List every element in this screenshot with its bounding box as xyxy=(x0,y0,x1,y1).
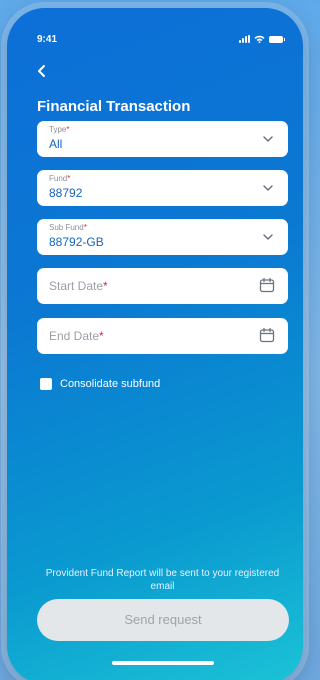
consolidate-checkbox[interactable] xyxy=(40,378,52,390)
home-indicator[interactable] xyxy=(112,661,214,665)
send-request-button[interactable]: Send request xyxy=(37,599,289,641)
status-time: 9:41 xyxy=(37,34,58,45)
signal-icon xyxy=(239,35,250,43)
chevron-down-icon xyxy=(263,234,273,240)
type-dropdown[interactable]: Type* All xyxy=(37,121,288,157)
status-icons xyxy=(239,35,285,43)
back-button[interactable] xyxy=(33,62,51,80)
fund-value: 88792 xyxy=(49,186,83,200)
wifi-icon xyxy=(254,35,265,43)
status-bar: 9:41 xyxy=(37,34,285,50)
fund-dropdown[interactable]: Fund* 88792 xyxy=(37,170,288,206)
calendar-icon[interactable] xyxy=(259,277,275,293)
sub-fund-dropdown[interactable]: Sub Fund* 88792-GB xyxy=(37,219,288,255)
start-date-placeholder: Start Date* xyxy=(49,279,108,293)
battery-icon xyxy=(269,35,285,43)
sub-fund-value: 88792-GB xyxy=(49,235,104,249)
phone-screen: 9:41 Financial Transaction Type* All Fun… xyxy=(7,8,303,680)
start-date-field[interactable]: Start Date* xyxy=(37,268,288,304)
type-value: All xyxy=(49,137,63,151)
calendar-icon[interactable] xyxy=(259,327,275,343)
sub-fund-label: Sub Fund* xyxy=(49,223,87,232)
page-title: Financial Transaction xyxy=(37,98,191,115)
fund-label: Fund* xyxy=(49,174,71,183)
end-date-field[interactable]: End Date* xyxy=(37,318,288,354)
consolidate-subfund-option[interactable]: Consolidate subfund xyxy=(40,378,160,390)
end-date-placeholder: End Date* xyxy=(49,329,104,343)
type-label: Type* xyxy=(49,125,70,134)
chevron-down-icon xyxy=(263,185,273,191)
report-note: Provident Fund Report will be sent to yo… xyxy=(45,568,280,592)
consolidate-label: Consolidate subfund xyxy=(60,378,161,390)
chevron-down-icon xyxy=(263,136,273,142)
